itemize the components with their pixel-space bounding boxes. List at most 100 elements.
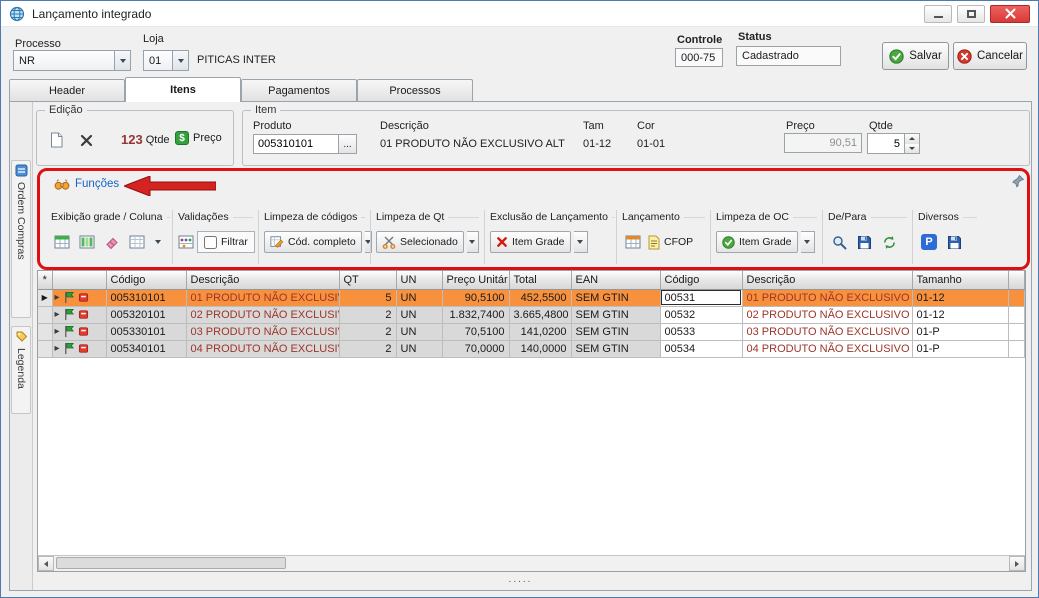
sidebar-tab-ordem-compras[interactable]: Ordem Compras: [11, 160, 31, 318]
cell-codigo[interactable]: 005330101: [106, 323, 186, 340]
depara-sync-button[interactable]: [878, 231, 900, 253]
column-chooser-button[interactable]: [126, 231, 148, 253]
cell-qt[interactable]: 2: [339, 340, 396, 357]
cell-total[interactable]: 141,0200: [509, 323, 571, 340]
produto-input[interactable]: [253, 134, 339, 154]
grid-column-header[interactable]: Descrição: [742, 271, 912, 289]
cell-total[interactable]: 3.665,4800: [509, 306, 571, 323]
grid-column-header[interactable]: Total: [509, 271, 571, 289]
cell-descricao-grade[interactable]: 01 PRODUTO NÃO EXCLUSIVO ALT: [742, 289, 912, 306]
cell-codigo[interactable]: 005310101: [106, 289, 186, 306]
filtrar-checkbox[interactable]: [204, 236, 217, 249]
table-row[interactable]: ▸00534010104 PRODUTO NÃO EXCLUSIVO2UN70,…: [38, 340, 1025, 357]
table-row[interactable]: ▸00533010103 PRODUTO NÃO EXCLUSIVO2UN70,…: [38, 323, 1025, 340]
qtde-stepper[interactable]: [867, 133, 920, 154]
exibicao-dropdown-button[interactable]: [151, 231, 165, 253]
cell-total[interactable]: 452,5500: [509, 289, 571, 306]
funcoes-link[interactable]: Funções: [54, 177, 119, 191]
maximize-button[interactable]: [957, 5, 985, 23]
loja-select[interactable]: 01: [143, 50, 189, 71]
cell-codigo-grade[interactable]: 00532: [660, 306, 742, 323]
limpeza-oc-dropdown[interactable]: [801, 231, 815, 253]
row-icons-cell[interactable]: ▸: [52, 323, 106, 340]
grade-view-button[interactable]: [51, 231, 73, 253]
tab-header[interactable]: Header: [9, 79, 125, 101]
table-row[interactable]: ▶▸00531010101 PRODUTO NÃO EXCLUSIVO5UN90…: [38, 289, 1025, 306]
tab-processos[interactable]: Processos: [357, 79, 473, 101]
row-expand-icon[interactable]: ▸: [55, 292, 60, 303]
minimize-button[interactable]: [924, 5, 952, 23]
cell-un[interactable]: UN: [396, 289, 442, 306]
cell-descricao[interactable]: 02 PRODUTO NÃO EXCLUSIVO: [186, 306, 339, 323]
scrollbar-thumb[interactable]: [56, 557, 286, 569]
splitter-grip[interactable]: .....: [10, 574, 1031, 585]
exclusao-item-grade-button[interactable]: Item Grade: [490, 231, 571, 253]
limpeza-oc-item-grade-button[interactable]: Item Grade: [716, 231, 798, 253]
produto-browse-button[interactable]: ...: [339, 134, 357, 154]
limpeza-qt-button[interactable]: Selecionado: [376, 231, 464, 253]
exclusao-dropdown[interactable]: [574, 231, 588, 253]
cell-descricao-grade[interactable]: 04 PRODUTO NÃO EXCLUSIVO ST 10: [742, 340, 912, 357]
grid-column-header[interactable]: Código: [106, 271, 186, 289]
cfop-button[interactable]: CFOP: [647, 235, 693, 250]
cell-tamanho[interactable]: 01-P: [912, 340, 1008, 357]
cell-codigo[interactable]: 005340101: [106, 340, 186, 357]
grid-column-header[interactable]: Código: [660, 271, 742, 289]
columns-view-button[interactable]: [76, 231, 98, 253]
cell-ean[interactable]: SEM GTIN: [571, 289, 660, 306]
item-preco-input[interactable]: [784, 133, 862, 153]
clear-layout-button[interactable]: [101, 231, 123, 253]
cell-tamanho[interactable]: 01-12: [912, 306, 1008, 323]
scroll-right-button[interactable]: [1009, 556, 1025, 571]
save-button[interactable]: Salvar: [882, 42, 949, 70]
diversos-save-button[interactable]: [943, 231, 965, 253]
grid-column-header[interactable]: Preço Unitár: [442, 271, 509, 289]
row-icons-cell[interactable]: ▸: [52, 289, 106, 306]
depara-search-button[interactable]: [828, 231, 850, 253]
cell-descricao-grade[interactable]: 02 PRODUTO NÃO EXCLUSIVO IS: [742, 306, 912, 323]
grid-column-header[interactable]: [1008, 271, 1025, 289]
cell-descricao-grade[interactable]: 03 PRODUTO NÃO EXCLUSIVO NAO: [742, 323, 912, 340]
cod-completo-button[interactable]: Cód. completo: [264, 231, 362, 253]
grid-column-header[interactable]: QT: [339, 271, 396, 289]
row-icons-cell[interactable]: ▸: [52, 340, 106, 357]
lancamento-grade-button[interactable]: [622, 231, 644, 253]
cell-preco-unitario[interactable]: 1.832,7400: [442, 306, 509, 323]
grid-column-header[interactable]: EAN: [571, 271, 660, 289]
tab-itens[interactable]: Itens: [125, 77, 241, 102]
sidebar-tab-legenda[interactable]: Legenda: [11, 326, 31, 414]
cell-descricao[interactable]: 04 PRODUTO NÃO EXCLUSIVO: [186, 340, 339, 357]
cell-un[interactable]: UN: [396, 306, 442, 323]
cell-codigo-grade[interactable]: 00533: [660, 323, 742, 340]
cell-ean[interactable]: SEM GTIN: [571, 340, 660, 357]
cell-preco-unitario[interactable]: 70,5100: [442, 323, 509, 340]
qtde-input[interactable]: [867, 133, 905, 154]
cell-ean[interactable]: SEM GTIN: [571, 323, 660, 340]
cell-codigo-grade[interactable]: 00531: [660, 289, 742, 306]
depara-save-button[interactable]: [853, 231, 875, 253]
grid-column-header[interactable]: Tamanho: [912, 271, 1008, 289]
processo-select[interactable]: NR: [13, 50, 131, 71]
table-row[interactable]: ▸00532010102 PRODUTO NÃO EXCLUSIVO2UN1.8…: [38, 306, 1025, 323]
row-expand-icon[interactable]: ▸: [55, 326, 60, 337]
cell-total[interactable]: 140,0000: [509, 340, 571, 357]
delete-item-button[interactable]: [75, 129, 97, 151]
cancel-button[interactable]: Cancelar: [953, 42, 1027, 70]
chevron-down-icon[interactable]: [114, 51, 130, 70]
cell-preco-unitario[interactable]: 90,5100: [442, 289, 509, 306]
pin-icon[interactable]: [1011, 174, 1025, 188]
cell-tamanho[interactable]: 01-P: [912, 323, 1008, 340]
grid-column-header[interactable]: UN: [396, 271, 442, 289]
scroll-left-button[interactable]: [38, 556, 54, 571]
row-expand-icon[interactable]: ▸: [55, 343, 60, 354]
cell-ean[interactable]: SEM GTIN: [571, 306, 660, 323]
spin-down-button[interactable]: [905, 144, 919, 154]
diversos-p-button[interactable]: P: [918, 231, 940, 253]
cell-descricao[interactable]: 03 PRODUTO NÃO EXCLUSIVO: [186, 323, 339, 340]
grid-column-header[interactable]: *: [38, 271, 52, 289]
cell-un[interactable]: UN: [396, 340, 442, 357]
new-item-button[interactable]: [45, 129, 67, 151]
cell-qt[interactable]: 2: [339, 306, 396, 323]
grid-column-header[interactable]: Descrição: [186, 271, 339, 289]
cell-codigo-grade[interactable]: 00534: [660, 340, 742, 357]
